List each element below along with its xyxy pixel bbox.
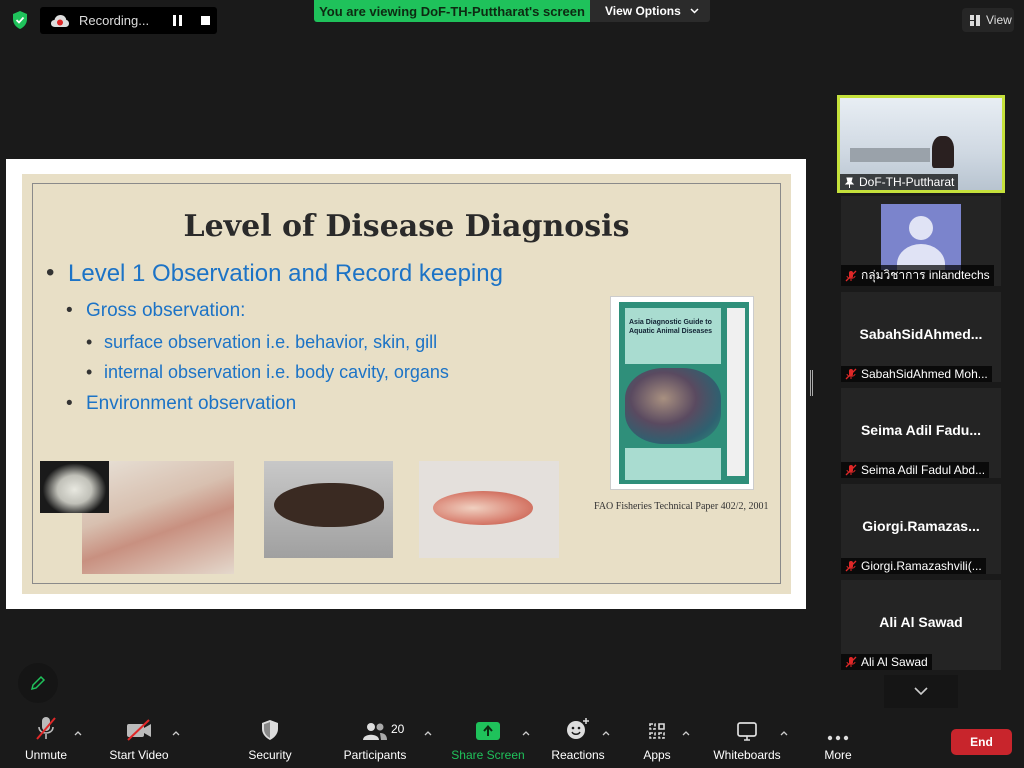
encryption-shield-icon[interactable]: [10, 10, 30, 30]
share-screen-icon: [476, 722, 500, 740]
unmute-options-caret-icon[interactable]: [74, 730, 82, 736]
participant-display-name: Seima Adil Fadu...: [860, 422, 982, 438]
view-options-button[interactable]: View Options: [590, 0, 710, 22]
view-button[interactable]: View: [962, 8, 1014, 32]
gallery-scroll-down-button[interactable]: [884, 675, 958, 708]
participant-tile[interactable]: Giorgi.Ramazas... Giorgi.Ramazashvili(..…: [841, 484, 1001, 574]
chevron-down-icon: [914, 687, 928, 696]
active-speaker-tile[interactable]: DoF-TH-Puttharat: [837, 95, 1005, 193]
stop-recording-icon[interactable]: [201, 16, 210, 25]
recording-indicator: Recording...: [40, 7, 217, 34]
security-button[interactable]: Security: [245, 712, 295, 768]
muted-mic-icon: [845, 464, 857, 476]
book-footer-band: [625, 448, 721, 480]
slide-bullet-environment: Environment observation: [66, 393, 296, 415]
start-video-button[interactable]: Start Video: [107, 712, 171, 768]
book-cover-image: Asia Diagnostic Guide to Aquatic Animal …: [610, 296, 754, 490]
annotate-button[interactable]: [18, 663, 58, 703]
chevron-down-icon: [690, 8, 699, 14]
presentation-slide: Level of Disease Diagnosis Level 1 Obser…: [22, 174, 791, 594]
book-side-strip: [727, 308, 745, 476]
pause-recording-icon[interactable]: [172, 15, 183, 26]
unmute-button[interactable]: Unmute: [22, 712, 70, 768]
participant-name: Ali Al Sawad: [841, 654, 932, 670]
participant-name: Seima Adil Fadul Abd...: [841, 462, 990, 478]
pencil-icon: [30, 675, 46, 691]
participant-display-name: Giorgi.Ramazas...: [862, 518, 980, 534]
muted-mic-icon: [845, 270, 857, 281]
more-dots-icon: [827, 735, 849, 741]
apps-button[interactable]: Apps: [640, 712, 674, 768]
red-fish-photo: [419, 461, 559, 558]
muted-mic-icon: [845, 560, 857, 572]
participants-icon: [363, 723, 387, 740]
fish-inset-photo: [40, 461, 109, 513]
recording-label: Recording...: [79, 13, 150, 28]
participant-display-name: Ali Al Sawad: [879, 614, 963, 630]
security-shield-icon: [262, 720, 278, 740]
participants-button[interactable]: Participants: [342, 712, 408, 768]
slide-title: Level of Disease Diagnosis: [183, 209, 630, 244]
apps-icon: [649, 723, 665, 739]
slide-bullet-level1: Level 1 Observation and Record keeping: [46, 259, 503, 288]
dark-fish-photo: [264, 461, 393, 558]
video-options-caret-icon[interactable]: [172, 730, 180, 736]
participants-options-caret-icon[interactable]: [424, 730, 432, 736]
microphone-muted-icon: [36, 717, 56, 740]
share-screen-button[interactable]: Share Screen: [451, 712, 525, 768]
pin-icon: [844, 177, 855, 188]
view-label: View: [986, 13, 1012, 27]
participants-count: 20: [391, 722, 405, 736]
participant-name: Giorgi.Ramazashvili(...: [841, 558, 986, 574]
participant-tile[interactable]: SabahSidAhmed... SabahSidAhmed Moh...: [841, 292, 1001, 382]
participant-tile[interactable]: กลุ่มวิชาการ inlandtechs: [841, 196, 1001, 286]
apps-options-caret-icon[interactable]: [682, 730, 690, 736]
reactions-options-caret-icon[interactable]: [602, 730, 610, 736]
whiteboards-button[interactable]: Whiteboards: [711, 712, 783, 768]
meeting-toolbar: Unmute Start Video Security Participants…: [0, 712, 1024, 768]
cloud-recording-icon: [51, 14, 69, 27]
participant-display-name: SabahSidAhmed...: [859, 326, 983, 342]
reactions-button[interactable]: Reactions: [550, 712, 606, 768]
more-button[interactable]: More: [820, 712, 856, 768]
meeting-table: [850, 148, 930, 162]
participant-tile[interactable]: Ali Al Sawad Ali Al Sawad: [841, 580, 1001, 670]
red-fish: [433, 491, 533, 525]
participant-name: กลุ่มวิชาการ inlandtechs: [841, 265, 994, 286]
participant-tile[interactable]: Seima Adil Fadu... Seima Adil Fadul Abd.…: [841, 388, 1001, 478]
book-caption: FAO Fisheries Technical Paper 402/2, 200…: [594, 501, 769, 512]
book-cover: Asia Diagnostic Guide to Aquatic Animal …: [619, 302, 749, 484]
end-meeting-button[interactable]: End: [951, 729, 1012, 755]
book-fish-illustration: [625, 368, 721, 444]
slide-bullet-gross: Gross observation:: [66, 300, 246, 322]
share-options-caret-icon[interactable]: [522, 730, 530, 736]
active-speaker-name: DoF-TH-Puttharat: [840, 174, 959, 190]
view-grid-icon: [970, 14, 980, 26]
view-options-label: View Options: [605, 4, 681, 18]
panel-resize-handle[interactable]: [810, 370, 813, 396]
participant-name: SabahSidAhmed Moh...: [841, 366, 992, 382]
video-off-icon: [127, 719, 151, 741]
muted-mic-icon: [845, 368, 857, 380]
shared-screen: Level of Disease Diagnosis Level 1 Obser…: [6, 159, 806, 609]
dark-fish: [274, 483, 384, 527]
viewing-screen-banner: You are viewing DoF-TH-Puttharat's scree…: [314, 0, 590, 22]
whiteboards-options-caret-icon[interactable]: [780, 730, 788, 736]
slide-bullet-surface: surface observation i.e. behavior, skin,…: [86, 332, 437, 353]
book-title: Asia Diagnostic Guide to Aquatic Animal …: [625, 308, 721, 364]
reactions-emoji-icon: [567, 718, 589, 739]
default-avatar-icon: [881, 204, 961, 270]
whiteboard-icon: [737, 722, 757, 741]
slide-bullet-internal: internal observation i.e. body cavity, o…: [86, 362, 449, 383]
muted-mic-icon: [845, 656, 857, 668]
speaker-figure: [932, 136, 954, 168]
